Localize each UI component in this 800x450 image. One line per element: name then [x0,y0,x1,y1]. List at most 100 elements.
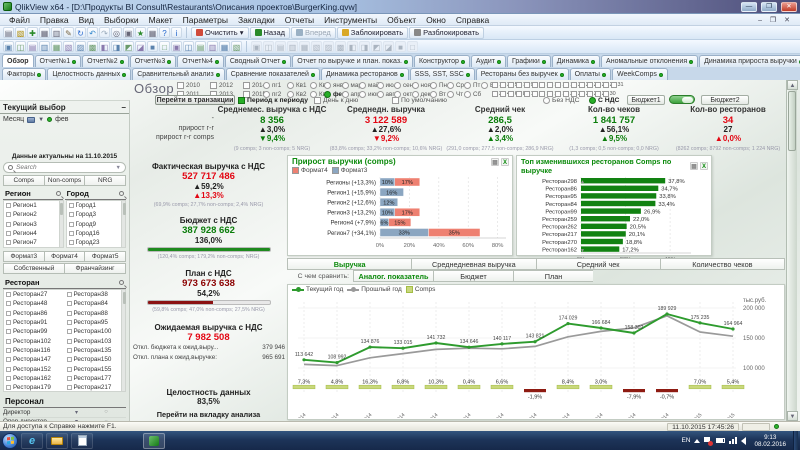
filter-quarter-Кв1[interactable]: Кв1 [287,82,307,89]
edit-script-icon[interactable]: ✎ [63,27,74,38]
format-tab-Формат4[interactable]: Формат4 [45,251,86,262]
sheet-object-icon[interactable]: ▧ [231,41,242,52]
sheet-object-icon[interactable]: ◪ [135,41,146,52]
filter-halfyear-пг1[interactable]: пг1 [263,82,281,89]
minimize-button[interactable]: — [741,2,757,12]
save-icon[interactable]: ▦ [39,27,50,38]
sheet-object-icon[interactable]: ▦ [219,41,230,52]
goto-analysis-link[interactable]: Перейти на вкладку анализа [131,410,286,419]
sheet-object-icon[interactable]: ▨ [323,41,334,52]
scroll-down-icon[interactable]: ▼ [787,411,798,421]
sheet-object-icon[interactable]: ◨ [111,41,122,52]
tab-Отчет№2[interactable]: Отчет№2 [82,55,129,67]
city-item[interactable]: Город23 [67,238,126,247]
sheet-object-icon[interactable]: ▤ [27,41,38,52]
chevron-down-icon[interactable]: ▼ [116,165,121,171]
tab-Отчет№4[interactable]: Отчет№4 [177,55,224,67]
filter-year-2012[interactable]: 2012 [210,82,233,89]
restaurant-item[interactable]: Ресторан135 [65,346,126,355]
sheet-object-icon[interactable]: ▧ [63,41,74,52]
filter-day-31[interactable]: 31 [611,82,624,88]
region-item[interactable]: Регион3 [4,220,63,229]
sheet-object-icon[interactable]: ◫ [263,41,274,52]
region-item[interactable]: Регион4 [4,229,63,238]
sheet-object-icon[interactable]: ▤ [195,41,206,52]
city-item[interactable]: Город3 [67,210,126,219]
tab-Оплаты[interactable]: Оплаты [570,68,611,80]
region-item[interactable]: Регион1 [4,201,63,210]
sheet-object-icon[interactable]: ▣ [171,41,182,52]
filter-weekday-Пт[interactable]: Пт [464,82,480,89]
scroll-up-icon[interactable]: ▲ [787,80,798,90]
reload-icon[interactable]: ↻ [75,27,86,38]
send-to-excel-icon[interactable]: X [501,158,509,166]
action-center-icon[interactable] [704,437,712,445]
battery-icon[interactable] [716,438,725,443]
sheet-object-icon[interactable]: ◨ [359,41,370,52]
sheet-object-icon[interactable]: □ [407,41,418,52]
collapse-icon[interactable]: – [122,103,126,112]
filter-month-ноя[interactable]: ноя [412,82,431,89]
ownership-tab-Франчайзинг[interactable]: Франчайзинг [65,263,126,274]
format-tab-Формат5[interactable]: Формат5 [85,251,126,262]
tab-Отчет№3[interactable]: Отчет№3 [130,55,177,67]
menu-Окно[interactable]: Окно [421,15,451,25]
close-button[interactable]: ✕ [781,2,797,12]
restaurant-item[interactable]: Ресторан103 [65,336,126,345]
sheet-scrollbar[interactable]: ▲ ▼ [786,80,797,421]
tab-Обзор[interactable]: Обзор [2,54,34,67]
city-item[interactable]: Город9 [67,220,126,229]
notepad-taskbar-icon[interactable] [71,433,93,449]
list-scrollbar[interactable] [121,290,125,391]
restaurant-item[interactable]: Ресторан27 [4,290,65,299]
comps-tab-Comps[interactable]: Comps [3,175,45,186]
search-input[interactable] [16,164,113,171]
filter-weekday-Чт[interactable]: Чт [447,91,463,98]
explorer-taskbar-icon[interactable] [46,433,68,449]
sheet-object-icon[interactable]: ▩ [335,41,346,52]
restaurant-item[interactable]: Ресторан95 [65,318,126,327]
language-indicator[interactable]: EN [681,437,690,444]
restaurant-item[interactable]: Ресторан152 [4,364,65,373]
filter-weekday-Сб[interactable]: Сб [464,91,481,98]
list-scrollbar[interactable] [59,201,63,247]
fast-change-icon[interactable]: ▦ [491,158,499,166]
city-item[interactable]: Город1 [67,201,126,210]
menu-Правка[interactable]: Правка [35,15,74,25]
restaurant-item[interactable]: Ресторан100 [65,327,126,336]
tab-Динамика ресторанов[interactable]: Динамика ресторанов [321,68,409,80]
sheet-object-icon[interactable]: ▣ [3,41,14,52]
restaurant-item[interactable]: Ресторан177 [65,374,126,383]
sheet-object-icon[interactable]: ◪ [383,41,394,52]
clock[interactable]: 9:13 08.02.2016 [750,434,790,448]
restaurant-item[interactable]: Ресторан179 [4,383,65,392]
start-button[interactable] [2,433,18,449]
sheet-object-icon[interactable]: ▦ [299,41,310,52]
forward-button[interactable]: Вперед [291,27,336,39]
tab-Отчет№1[interactable]: Отчет№1 [35,55,82,67]
menu-Вид[interactable]: Вид [74,15,99,25]
goto-transactions-button[interactable]: Перейти в транзакции [155,95,235,105]
tab-Конструктор[interactable]: Конструктор [414,55,470,67]
restaurant-item[interactable]: Ресторан155 [65,364,126,373]
metric-button-Выручка[interactable]: Выручка [287,258,411,270]
metric-button-Средний чек[interactable]: Средний чек [536,258,660,270]
sheet-object-icon[interactable]: ◧ [347,41,358,52]
list-scrollbar[interactable] [121,201,125,247]
lock-button[interactable]: Заблокировать [337,27,408,39]
help-icon[interactable]: ? [159,27,170,38]
format-tab-Формат3[interactable]: Формат3 [3,251,45,262]
menu-Объект[interactable]: Объект [382,15,421,25]
tab-Динамика прироста выручки[interactable]: Динамика прироста выручки [699,55,800,67]
volume-icon[interactable] [741,437,746,445]
restaurant-item[interactable]: Ресторан48 [4,299,65,308]
sheet-object-icon[interactable]: ■ [395,41,406,52]
undo-icon[interactable]: ↶ [87,27,98,38]
comps-tab-NRG[interactable]: NRG [85,175,126,186]
budget1-button[interactable]: Бюджет1 [627,95,665,105]
metric-button-Среднедневная выручка[interactable]: Среднедневная выручка [411,258,535,270]
sheet-object-icon[interactable]: ◫ [15,41,26,52]
design-grid-icon[interactable]: ▦ [147,27,158,38]
restaurant-item[interactable]: Ресторан102 [4,336,65,345]
sheet-object-icon[interactable]: ▥ [287,41,298,52]
